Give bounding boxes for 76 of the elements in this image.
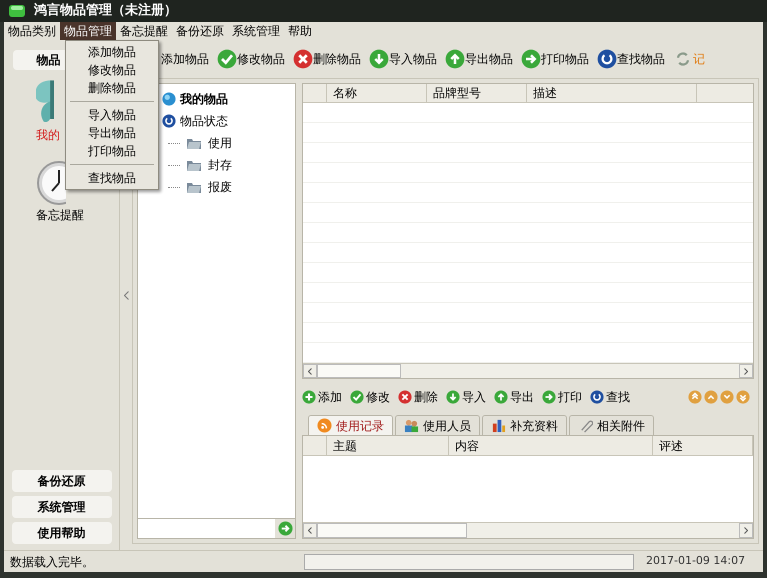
column-header[interactable]: 主题 (327, 436, 449, 455)
column-header[interactable]: 评述 (653, 436, 753, 455)
toolbar-button[interactable]: 导入 (446, 388, 486, 406)
toolbar-button[interactable]: 删除物品 (293, 49, 361, 69)
toolbar-button[interactable]: 查找 (590, 388, 630, 406)
tree-item[interactable]: 使用 (208, 134, 232, 152)
toolbar-button[interactable]: 查找物品 (597, 49, 665, 69)
sidebar-item[interactable]: 我的 (36, 126, 60, 144)
menu-item[interactable]: 物品管理 (60, 22, 116, 40)
tab[interactable]: 使用记录 (308, 415, 393, 435)
check-icon (217, 49, 237, 69)
tree-item[interactable]: 物品状态 (180, 112, 228, 130)
scroll-right-button[interactable] (739, 364, 753, 378)
search-icon (597, 49, 617, 69)
toolbar-button[interactable]: 导入物品 (369, 49, 437, 69)
right-chevron-icon (744, 368, 748, 374)
horizontal-scrollbar[interactable] (303, 522, 753, 538)
tree-item[interactable]: 封存 (208, 156, 232, 174)
plus-icon (302, 390, 316, 404)
delete-icon (293, 49, 313, 69)
sidebar-button[interactable]: 系统管理 (12, 496, 112, 518)
delete-icon (398, 390, 412, 404)
menu-item[interactable]: 物品类别 (4, 22, 60, 40)
toolbar-button[interactable]: 修改物品 (217, 49, 285, 69)
search-icon (590, 390, 604, 404)
toolbar-button[interactable]: 打印物品 (521, 49, 589, 69)
toolbar-button[interactable]: 删除 (398, 388, 438, 406)
tab[interactable]: 使用人员 (395, 415, 480, 435)
sidebar-item[interactable]: 备忘提醒 (36, 206, 84, 224)
menu-item[interactable]: 导入物品 (66, 106, 158, 124)
horizontal-scrollbar[interactable] (303, 363, 753, 378)
folder-icon (186, 158, 202, 172)
scroll-right-button[interactable] (739, 523, 753, 538)
status-icon (162, 114, 176, 128)
column-header[interactable]: 名称 (327, 84, 427, 102)
toolbar-button[interactable]: 添加 (302, 388, 342, 406)
scroll-left-button[interactable] (303, 523, 317, 538)
status-datetime: 2017-01-09 14:07 (646, 553, 746, 570)
scroll-left-button[interactable] (303, 364, 317, 378)
menu-item[interactable]: 备忘提醒 (116, 22, 172, 40)
column-header[interactable]: 内容 (449, 436, 653, 455)
rss-icon (317, 418, 332, 433)
toolbar-button[interactable]: 修改 (350, 388, 390, 406)
left-chevron-icon (308, 368, 312, 374)
right-chevron-icon (744, 527, 748, 534)
column-header[interactable]: 描述 (527, 84, 697, 102)
check-icon (350, 390, 364, 404)
app-icon (8, 4, 26, 18)
butterfly-icon (36, 80, 54, 122)
toolbar-button[interactable]: 导出物品 (445, 49, 513, 69)
bar-chart-icon (491, 418, 506, 433)
toolbar-button[interactable]: 导出 (494, 388, 534, 406)
toolbar-button[interactable]: 添加物品 (161, 50, 209, 68)
menu-item[interactable]: 备份还原 (172, 22, 228, 40)
status-message: 数据载入完毕。 (10, 554, 95, 570)
menu-item[interactable]: 导出物品 (66, 124, 158, 142)
globe-icon (162, 92, 176, 106)
menu-item[interactable]: 打印物品 (66, 142, 158, 160)
menu-item[interactable]: 删除物品 (66, 79, 158, 97)
sidebar-button[interactable]: 备份还原 (12, 470, 112, 492)
column-header[interactable]: 品牌型号 (427, 84, 527, 102)
toolbar-button[interactable]: 打印 (542, 388, 582, 406)
folder-icon (186, 180, 202, 194)
menu-item[interactable]: 查找物品 (66, 169, 158, 187)
menu-item[interactable]: 系统管理 (228, 22, 284, 40)
collapse-handle-icon[interactable] (124, 290, 128, 300)
tab[interactable]: 相关附件 (569, 415, 654, 435)
people-icon (404, 418, 419, 433)
folder-icon (186, 136, 202, 150)
sidebar-button[interactable]: 使用帮助 (12, 522, 112, 544)
tab[interactable]: 补充资料 (482, 415, 567, 435)
menu-item[interactable]: 帮助 (284, 22, 316, 40)
window-title: 鸿言物品管理（未注册） (34, 2, 177, 20)
left-chevron-icon (308, 527, 312, 534)
tree-item[interactable]: 我的物品 (180, 90, 228, 108)
tree-item[interactable]: 报废 (208, 178, 232, 196)
